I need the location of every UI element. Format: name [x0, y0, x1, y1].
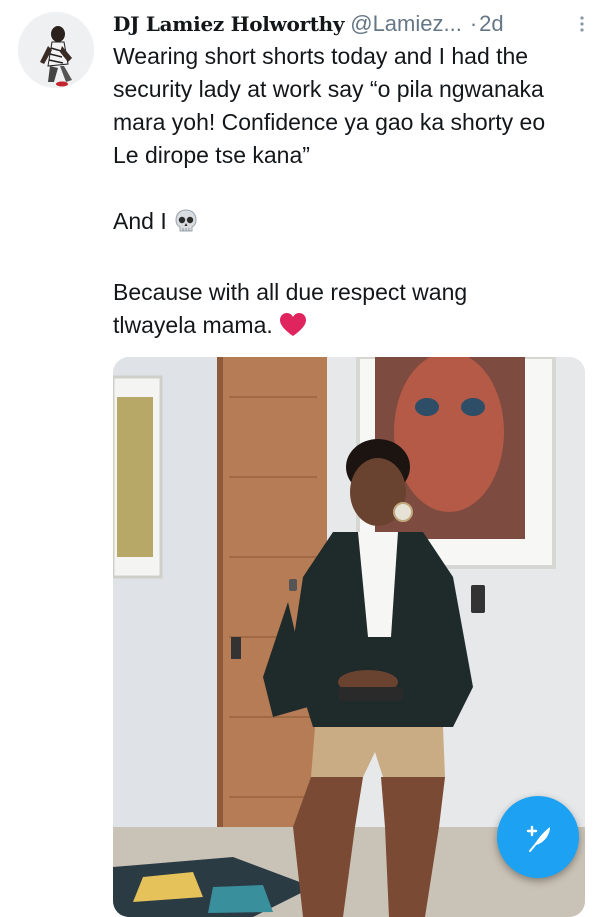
- author-name[interactable]: DJ Lamiez Holworthy: [113, 8, 345, 40]
- tweet-line: Le dirope tse kana”: [113, 142, 310, 168]
- compose-tweet-button[interactable]: [497, 796, 579, 878]
- tweet-line: tlwayela mama.: [113, 309, 593, 347]
- separator-dot: ·: [469, 11, 478, 36]
- tweet-line: security lady at work say “o pila ngwana…: [113, 76, 544, 102]
- tweet-line-text: tlwayela mama.: [113, 312, 273, 338]
- and-i-text: And I: [113, 208, 167, 234]
- red-heart-icon: [279, 312, 307, 347]
- tweet-text: Wearing short shorts today and I had the…: [113, 40, 593, 347]
- skull-icon: [173, 208, 199, 243]
- tweet-line: Wearing short shorts today and I had the: [113, 43, 529, 69]
- compose-tweet-icon: [526, 825, 550, 852]
- author-handle[interactable]: @Lamiez...: [350, 8, 462, 40]
- author-avatar[interactable]: [18, 12, 94, 88]
- tweet-line: mara yoh! Confidence ya gao ka shorty eo: [113, 109, 546, 135]
- tweet-line: And I: [113, 205, 593, 243]
- more-vertical-icon[interactable]: [575, 8, 589, 40]
- tweet-time[interactable]: 2d: [479, 8, 503, 40]
- tweet-header: DJ Lamiez Holworthy @Lamiez... · 2d: [113, 8, 593, 40]
- tweet-line: Because with all due respect wang: [113, 279, 468, 305]
